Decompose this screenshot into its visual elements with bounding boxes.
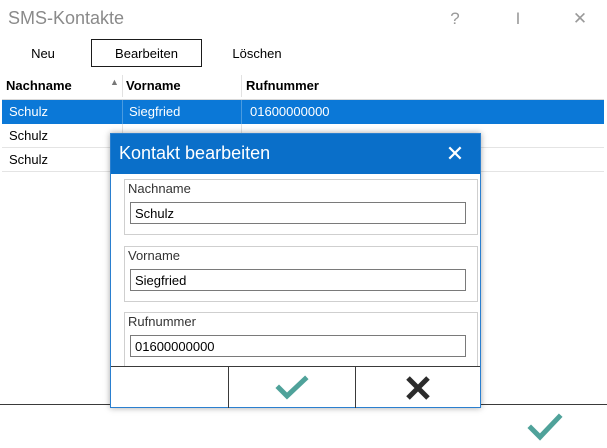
rufnummer-group: Rufnummer — [124, 312, 478, 366]
vorname-label: Vorname — [128, 248, 181, 263]
dialog-body: Nachname Vorname Rufnummer — [111, 174, 480, 366]
cell-nachname: Schulz — [9, 128, 49, 143]
checkmark-icon — [275, 374, 309, 399]
dialog-empty-slot — [111, 367, 228, 408]
close-icon: ✕ — [572, 9, 588, 28]
cell-divider — [122, 100, 123, 124]
edit-contact-dialog: Kontakt bearbeiten ✕ Nachname Vorname Ru… — [110, 133, 481, 408]
help-button[interactable]: ? — [440, 6, 470, 32]
dialog-cancel-button[interactable] — [355, 367, 480, 408]
column-header-vorname[interactable]: Vorname — [126, 78, 181, 93]
cell-nachname: Schulz — [9, 152, 49, 167]
vorname-group: Vorname — [124, 246, 478, 302]
vorname-field[interactable] — [130, 269, 466, 291]
nachname-label: Nachname — [128, 181, 191, 196]
ok-button[interactable] — [525, 409, 565, 445]
cell-nachname: Schulz — [9, 104, 49, 119]
close-icon: ✕ — [445, 141, 465, 166]
dialog-title: Kontakt bearbeiten — [119, 143, 271, 163]
help-icon: ? — [450, 9, 460, 28]
pin-button[interactable]: I — [503, 6, 533, 32]
window-title: SMS-Kontakte — [8, 8, 125, 28]
new-button[interactable]: Neu — [18, 39, 68, 67]
cell-divider — [241, 100, 242, 124]
rufnummer-label: Rufnummer — [128, 314, 196, 329]
rufnummer-field[interactable] — [130, 335, 466, 357]
close-button[interactable]: ✕ — [565, 6, 595, 32]
dialog-footer — [111, 366, 480, 408]
nachname-field[interactable] — [130, 202, 466, 224]
table-header: Nachname ▲ Vorname Rufnummer — [2, 73, 604, 100]
dialog-ok-button[interactable] — [228, 367, 355, 408]
checkmark-icon — [527, 413, 563, 441]
column-divider[interactable] — [241, 75, 242, 97]
nachname-group: Nachname — [124, 179, 478, 235]
sort-ascending-icon: ▲ — [110, 77, 119, 87]
dialog-title-bar: Kontakt bearbeiten ✕ — [111, 134, 480, 174]
cell-vorname: Siegfried — [129, 104, 181, 119]
column-header-nachname[interactable]: Nachname — [6, 78, 72, 93]
x-icon — [406, 375, 430, 400]
title-bar: SMS-Kontakte ? I ✕ — [0, 0, 607, 38]
table-row[interactable]: Schulz Siegfried 01600000000 — [2, 100, 604, 124]
delete-button[interactable]: Löschen — [224, 39, 290, 67]
edit-button[interactable]: Bearbeiten — [91, 39, 202, 67]
column-header-rufnummer[interactable]: Rufnummer — [246, 78, 319, 93]
cell-rufnummer: 01600000000 — [250, 104, 330, 119]
dialog-close-button[interactable]: ✕ — [435, 138, 475, 170]
column-divider[interactable] — [122, 75, 123, 97]
pin-icon: I — [515, 9, 521, 28]
